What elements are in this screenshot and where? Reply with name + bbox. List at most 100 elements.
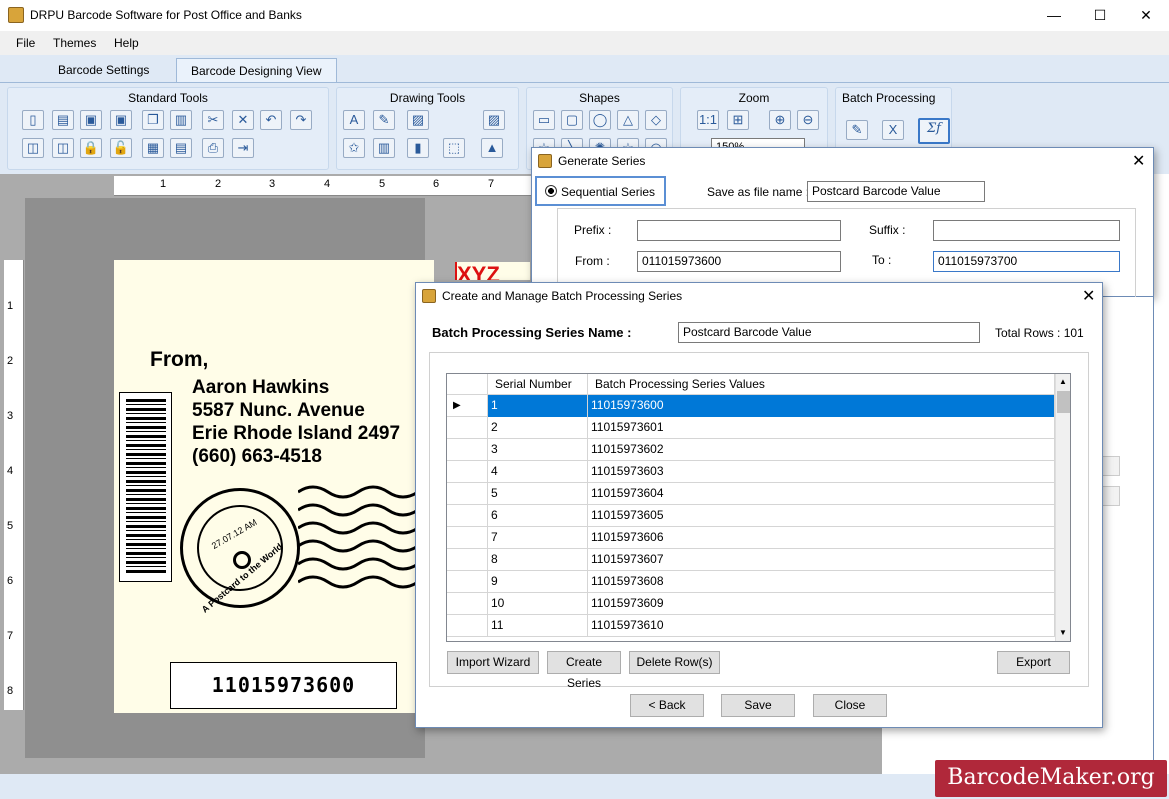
vertical-scrollbar[interactable]: ▲ ▼: [1055, 374, 1070, 641]
postmark-stamp[interactable]: 27.07.12 AM A Postcard to the World: [180, 488, 300, 615]
table-row[interactable]: 5 11015973604: [447, 483, 1055, 505]
series-value-cell[interactable]: 11015973603: [588, 461, 1055, 483]
tab-barcode-settings[interactable]: Barcode Settings: [44, 58, 163, 83]
save-as-icon[interactable]: ▣: [110, 110, 132, 130]
column-header[interactable]: Batch Processing Series Values: [588, 374, 1055, 395]
close-button[interactable]: ✕: [1123, 0, 1169, 31]
scrollbar-thumb[interactable]: [1057, 391, 1070, 413]
send-back-icon[interactable]: ◫: [22, 138, 44, 158]
series-value-cell[interactable]: 11015973606: [588, 527, 1055, 549]
rectangle-icon[interactable]: ▭: [533, 110, 555, 130]
close-icon[interactable]: ✕: [1132, 151, 1145, 171]
paste-icon[interactable]: ▥: [170, 110, 192, 130]
table-row[interactable]: 8 11015973607: [447, 549, 1055, 571]
series-grid[interactable]: Serial Number Batch Processing Series Va…: [446, 373, 1071, 642]
print-icon[interactable]: ⎙: [202, 138, 224, 158]
maximize-button[interactable]: ☐: [1077, 0, 1123, 31]
exit-icon[interactable]: ⇥: [232, 138, 254, 158]
barcode-value-box[interactable]: 11015973600: [170, 662, 397, 709]
table-row[interactable]: ▶ 1 11015973600: [447, 395, 1055, 417]
save-icon[interactable]: ▣: [80, 110, 102, 130]
serial-number-cell[interactable]: 9: [488, 571, 588, 593]
row-header[interactable]: [447, 505, 488, 527]
undo-icon[interactable]: ↶: [260, 110, 282, 130]
diamond-icon[interactable]: ◇: [645, 110, 667, 130]
table-row[interactable]: 9 11015973608: [447, 571, 1055, 593]
menu-file[interactable]: File: [16, 36, 35, 50]
series-value-cell[interactable]: 11015973605: [588, 505, 1055, 527]
scroll-down-icon[interactable]: ▼: [1059, 628, 1067, 637]
vertical-barcode[interactable]: [119, 392, 172, 582]
image-tool-icon[interactable]: ▲: [481, 138, 503, 158]
menu-themes[interactable]: Themes: [53, 36, 96, 50]
unlock-icon[interactable]: 🔓: [110, 138, 132, 158]
table-row[interactable]: 3 11015973602: [447, 439, 1055, 461]
serial-number-cell[interactable]: 3: [488, 439, 588, 461]
series-value-cell[interactable]: 11015973601: [588, 417, 1055, 439]
serial-number-cell[interactable]: 2: [488, 417, 588, 439]
grid-icon[interactable]: ▦: [142, 138, 164, 158]
triangle-icon[interactable]: △: [617, 110, 639, 130]
sequential-series-option[interactable]: Sequential Series: [535, 176, 666, 206]
import-wizard-button[interactable]: Import Wizard: [447, 651, 539, 674]
image-library-icon[interactable]: ▨: [483, 110, 505, 130]
save-as-input[interactable]: Postcard Barcode Value: [807, 181, 985, 202]
table-row[interactable]: 6 11015973605: [447, 505, 1055, 527]
text-icon[interactable]: A: [343, 110, 365, 130]
row-header[interactable]: [447, 615, 488, 637]
row-header[interactable]: [447, 483, 488, 505]
table-row[interactable]: 7 11015973606: [447, 527, 1055, 549]
close-button[interactable]: Close: [813, 694, 887, 717]
cut-icon[interactable]: ✂: [202, 110, 224, 130]
actual-size-icon[interactable]: 1:1: [697, 110, 719, 130]
table-row[interactable]: 2 11015973601: [447, 417, 1055, 439]
row-header[interactable]: [447, 593, 488, 615]
serial-number-cell[interactable]: 7: [488, 527, 588, 549]
row-header[interactable]: [447, 527, 488, 549]
lock-icon[interactable]: 🔒: [80, 138, 102, 158]
label-city[interactable]: Erie Rhode Island 2497: [192, 423, 416, 445]
zoom-out-icon[interactable]: ⊖: [797, 110, 819, 130]
align-icon[interactable]: ⬚: [443, 138, 465, 158]
row-header[interactable]: ▶: [447, 395, 488, 417]
label-street[interactable]: 5587 Nunc. Avenue: [192, 400, 365, 422]
serial-number-cell[interactable]: 8: [488, 549, 588, 571]
redo-icon[interactable]: ↷: [290, 110, 312, 130]
ellipse-icon[interactable]: ◯: [589, 110, 611, 130]
copy-icon[interactable]: ❐: [142, 110, 164, 130]
column-header[interactable]: Serial Number: [488, 374, 588, 395]
barcode-icon[interactable]: ▮: [407, 138, 429, 158]
series-value-cell[interactable]: 11015973604: [588, 483, 1055, 505]
row-header[interactable]: [447, 439, 488, 461]
open-icon[interactable]: ▤: [52, 110, 74, 130]
delete-icon[interactable]: ✕: [232, 110, 254, 130]
zoom-in-icon[interactable]: ⊕: [769, 110, 791, 130]
create-series-button[interactable]: Create Series: [547, 651, 621, 690]
series-value-cell[interactable]: 11015973607: [588, 549, 1055, 571]
edit-series-icon[interactable]: ✎: [846, 120, 868, 140]
serial-number-cell[interactable]: 10: [488, 593, 588, 615]
table-row[interactable]: 4 11015973603: [447, 461, 1055, 483]
series-name-input[interactable]: Postcard Barcode Value: [678, 322, 980, 343]
label-heading-text[interactable]: XYZ: [455, 262, 530, 280]
serial-number-cell[interactable]: 5: [488, 483, 588, 505]
star-shape-icon[interactable]: ✩: [343, 138, 365, 158]
delete-rows-button[interactable]: Delete Row(s): [629, 651, 720, 674]
series-value-cell[interactable]: 11015973609: [588, 593, 1055, 615]
fit-to-window-icon[interactable]: ⊞: [727, 110, 749, 130]
back-button[interactable]: < Back: [630, 694, 704, 717]
series-value-cell[interactable]: 11015973608: [588, 571, 1055, 593]
bring-front-icon[interactable]: ◫: [52, 138, 74, 158]
new-icon[interactable]: ▯: [22, 110, 44, 130]
formula-icon[interactable]: Σf: [918, 118, 950, 144]
serial-number-cell[interactable]: 4: [488, 461, 588, 483]
series-value-cell[interactable]: 11015973600: [588, 395, 1055, 417]
serial-number-cell[interactable]: 1: [488, 395, 588, 417]
label-from[interactable]: From,: [150, 348, 208, 372]
serial-number-cell[interactable]: 11: [488, 615, 588, 637]
scroll-up-icon[interactable]: ▲: [1059, 377, 1067, 386]
suffix-input[interactable]: [933, 220, 1120, 241]
row-header[interactable]: [447, 549, 488, 571]
table-row[interactable]: 11 11015973610: [447, 615, 1055, 637]
label-phone[interactable]: (660) 663-4518: [192, 446, 322, 468]
